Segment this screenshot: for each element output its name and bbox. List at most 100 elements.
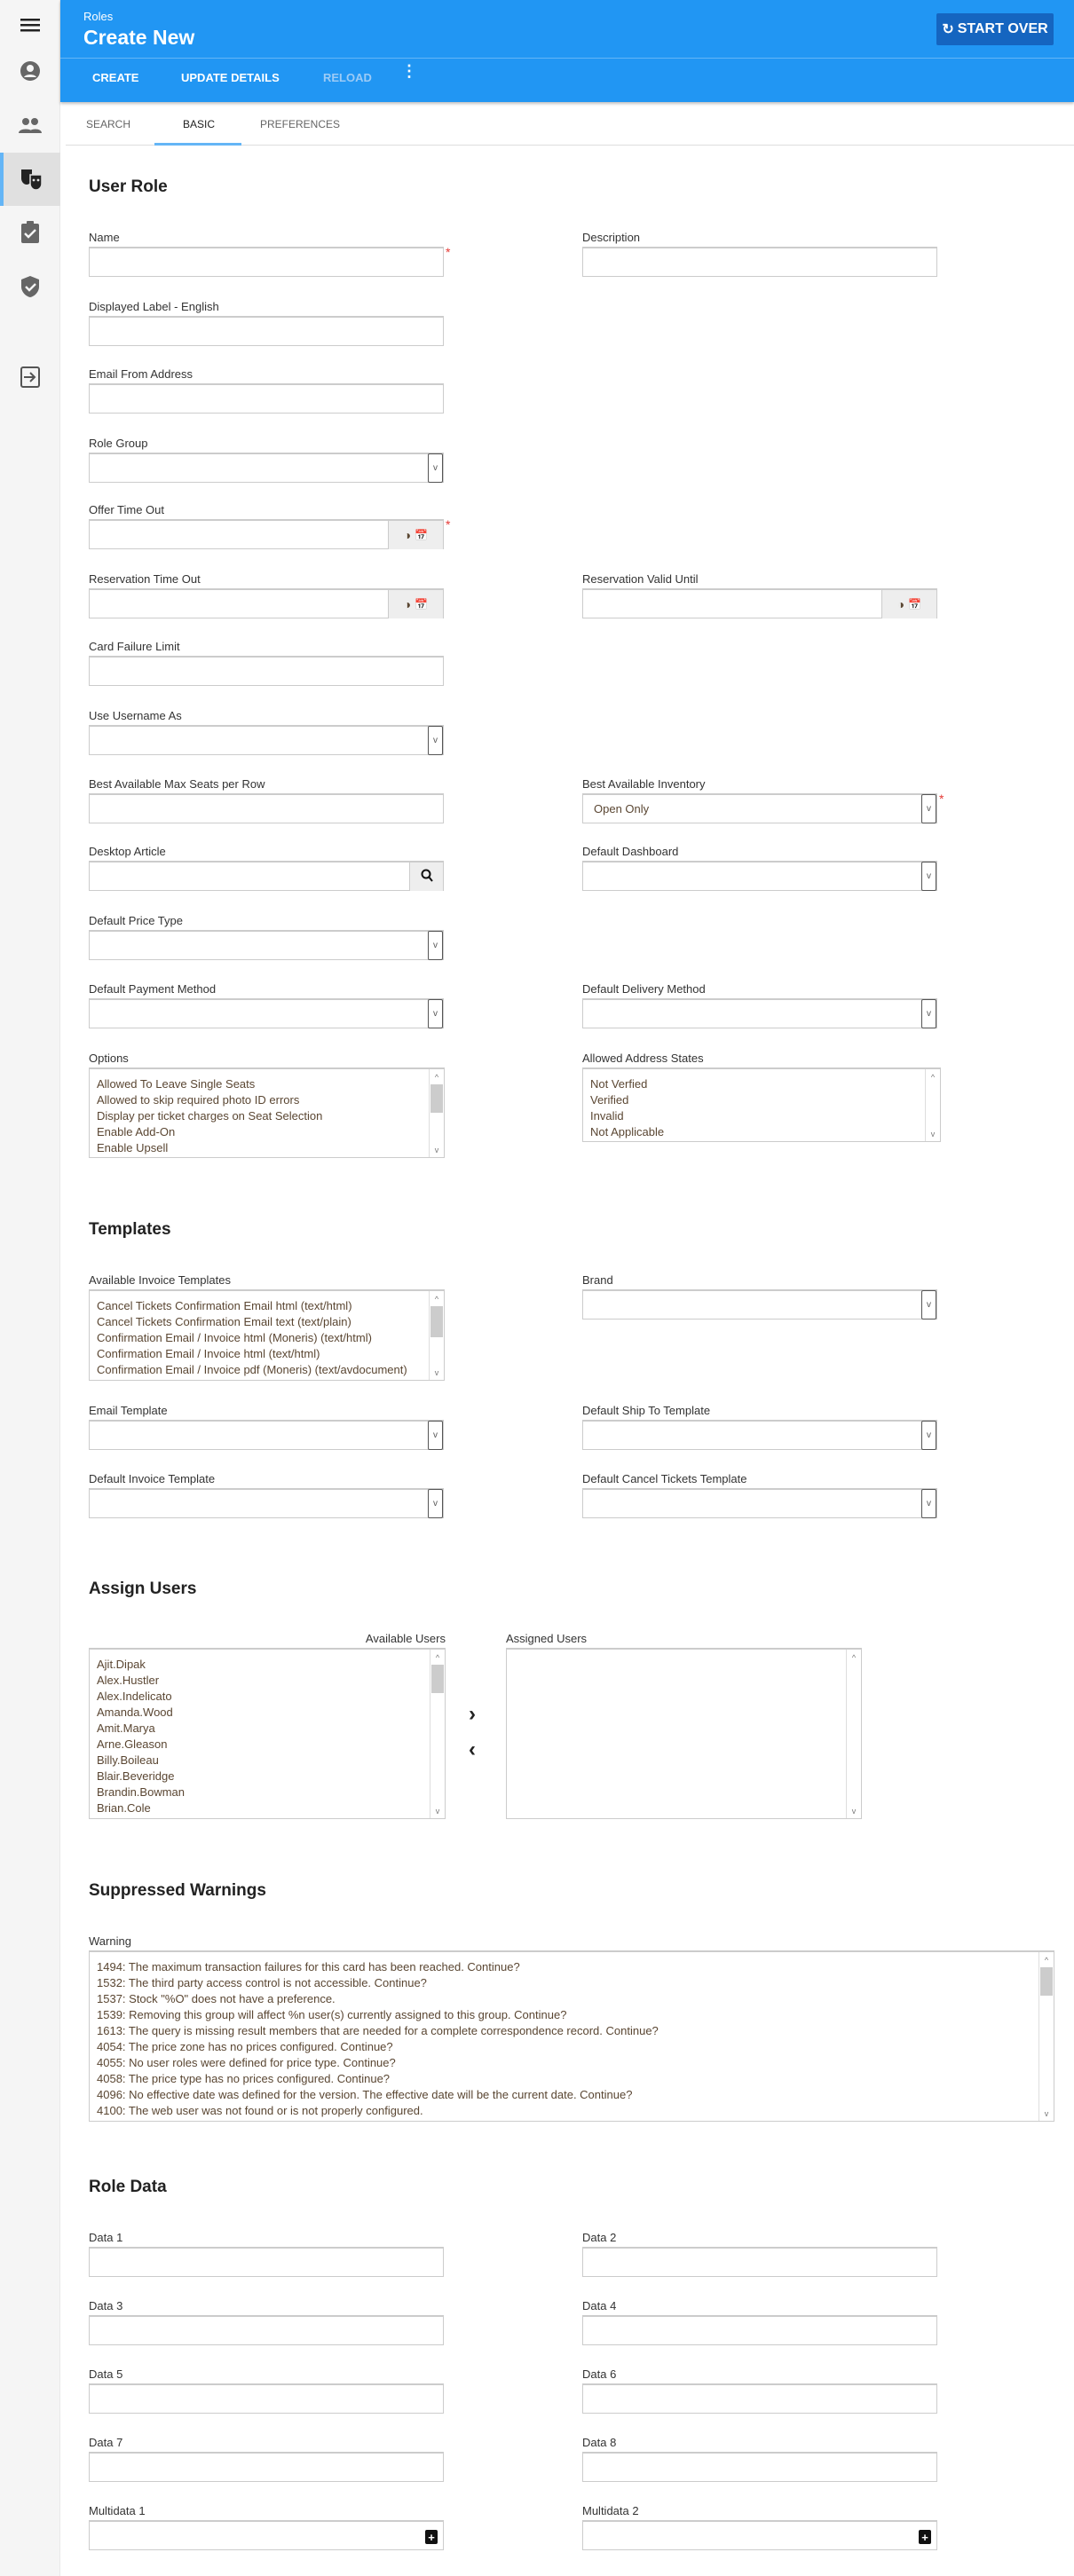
available-invoice-templates-scrollbar[interactable]: ^ v [429, 1291, 444, 1380]
default-payment-method-select[interactable]: v [89, 998, 444, 1028]
use-username-as-select[interactable]: v [89, 725, 444, 755]
scroll-up-icon[interactable]: ^ [430, 1650, 445, 1665]
warning-scrollbar[interactable]: ^ v [1038, 1952, 1054, 2121]
default-invoice-template-select[interactable]: v [89, 1488, 444, 1518]
clock-icon[interactable]: ◑ [404, 597, 411, 611]
options-option[interactable]: Enable Upsell [90, 1140, 444, 1156]
available-invoice-templates-option[interactable]: Confirmation Email / Invoice pdf (Moneri… [90, 1362, 444, 1378]
update-details-button[interactable]: UPDATE DETAILS [181, 71, 280, 84]
warning-option[interactable]: 1494: The maximum transaction failures f… [90, 1959, 1054, 1975]
assign-user-button[interactable]: › [469, 1702, 476, 1727]
allowed-address-states-listbox[interactable]: Not Verfied Verified Invalid Not Applicable… [582, 1067, 941, 1142]
chevron-down-icon[interactable]: v [428, 453, 443, 483]
name-input[interactable] [89, 247, 444, 277]
role-group-select[interactable]: v [89, 453, 444, 483]
warning-option[interactable]: 1537: Stock "%O" does not have a prefere… [90, 1991, 1054, 2007]
card-failure-limit-input[interactable] [89, 656, 444, 686]
calendar-icon[interactable]: 📅 [415, 529, 428, 541]
best-available-max-seats-input[interactable] [89, 793, 444, 823]
email-from-input[interactable] [89, 383, 444, 414]
available-users-option[interactable]: Billy.Boileau [90, 1753, 445, 1769]
reservation-valid-until-input[interactable]: ◑ 📅 [582, 588, 937, 618]
data6-input[interactable] [582, 2383, 937, 2414]
scroll-up-icon[interactable]: ^ [926, 1069, 940, 1084]
tab-search[interactable]: SEARCH [86, 118, 130, 130]
available-users-option[interactable]: Arne.Gleason [90, 1737, 445, 1753]
data2-input[interactable] [582, 2247, 937, 2277]
scroll-down-icon[interactable]: v [430, 1365, 444, 1380]
tab-basic[interactable]: BASIC [183, 118, 215, 130]
available-users-option[interactable]: Amanda.Wood [90, 1705, 445, 1721]
scroll-up-icon[interactable]: ^ [847, 1650, 861, 1665]
options-scroll-thumb[interactable] [430, 1084, 443, 1114]
desktop-article-search-button[interactable] [409, 863, 443, 891]
available-users-scroll-thumb[interactable] [431, 1665, 444, 1694]
scroll-down-icon[interactable]: v [430, 1142, 444, 1157]
sidebar-item-account[interactable] [0, 46, 60, 96]
chevron-down-icon[interactable]: v [921, 1489, 936, 1518]
chevron-down-icon[interactable]: v [428, 931, 443, 960]
chevron-down-icon[interactable]: v [921, 999, 936, 1028]
data7-input[interactable] [89, 2452, 444, 2482]
chevron-down-icon[interactable]: v [921, 862, 936, 891]
available-invoice-templates-option[interactable]: Confirmation Email / Invoice html (text/… [90, 1346, 444, 1362]
calendar-icon[interactable]: 📅 [415, 598, 428, 611]
data8-input[interactable] [582, 2452, 937, 2482]
available-users-option[interactable]: Ajit.Dipak [90, 1657, 445, 1673]
sidebar-item-tasks[interactable] [0, 208, 60, 257]
available-invoice-templates-listbox[interactable]: Cancel Tickets Confirmation Email html (… [89, 1289, 445, 1381]
available-invoice-templates-scroll-thumb[interactable] [430, 1306, 443, 1337]
default-price-type-select[interactable]: v [89, 930, 444, 960]
warning-scroll-thumb[interactable] [1040, 1967, 1053, 1997]
available-users-option[interactable]: Alex.Hustler [90, 1673, 445, 1689]
scroll-up-icon[interactable]: ^ [1039, 1952, 1054, 1967]
sidebar-item-logout[interactable] [0, 352, 60, 402]
more-vert-icon[interactable]: ⋮ [401, 63, 417, 79]
data3-input[interactable] [89, 2315, 444, 2345]
desktop-article-input[interactable] [89, 861, 444, 891]
options-option[interactable]: Display per ticket charges on Seat Selec… [90, 1108, 444, 1124]
email-template-select[interactable]: v [89, 1420, 444, 1450]
warning-option[interactable]: 1532: The third party access control is … [90, 1975, 1054, 1991]
reservation-time-out-picker[interactable]: ◑ 📅 [388, 590, 443, 618]
unassign-user-button[interactable]: ‹ [469, 1737, 476, 1762]
reservation-time-out-input[interactable]: ◑ 📅 [89, 588, 444, 618]
calendar-icon[interactable]: 📅 [908, 598, 921, 611]
warning-option[interactable]: 1613: The query is missing result member… [90, 2023, 1054, 2039]
scroll-down-icon[interactable]: v [926, 1126, 940, 1141]
chevron-down-icon[interactable]: v [428, 726, 443, 755]
warning-option[interactable]: 4054: The price zone has no prices confi… [90, 2039, 1054, 2055]
multidata1-input[interactable]: + [89, 2520, 444, 2550]
sidebar-item-roles[interactable] [0, 153, 60, 206]
offer-time-out-picker[interactable]: ◑ 📅 [388, 521, 443, 549]
allowed-address-states-option[interactable]: Not Applicable [583, 1124, 940, 1140]
available-users-option[interactable]: Amit.Marya [90, 1721, 445, 1737]
available-users-option[interactable]: Brian.Cole [90, 1800, 445, 1816]
chevron-down-icon[interactable]: v [921, 1290, 936, 1320]
default-dashboard-select[interactable]: v [582, 861, 937, 891]
chevron-down-icon[interactable]: v [428, 999, 443, 1028]
breadcrumb[interactable]: Roles [83, 10, 113, 23]
offer-time-out-input[interactable]: ◑ 📅 [89, 519, 444, 549]
best-available-inventory-select[interactable]: Open Only v [582, 793, 937, 823]
warning-option[interactable]: 1539: Removing this group will affect %n… [90, 2007, 1054, 2023]
available-invoice-templates-option[interactable]: Cancel Tickets Confirmation Email html (… [90, 1298, 444, 1314]
scroll-up-icon[interactable]: ^ [430, 1291, 444, 1306]
chevron-down-icon[interactable]: v [428, 1421, 443, 1450]
warning-option[interactable]: 4100: The web user was not found or is n… [90, 2103, 1054, 2119]
available-users-listbox[interactable]: Ajit.Dipak Alex.Hustler Alex.Indelicato Ama… [89, 1648, 446, 1819]
available-invoice-templates-option[interactable]: Confirmation Email / Invoice html (Moner… [90, 1330, 444, 1346]
available-users-scrollbar[interactable]: ^ v [430, 1650, 445, 1818]
allowed-address-states-option[interactable]: Invalid [583, 1108, 940, 1124]
allowed-address-states-option[interactable]: Verified [583, 1092, 940, 1108]
warning-listbox[interactable]: 1494: The maximum transaction failures f… [89, 1950, 1054, 2122]
data5-input[interactable] [89, 2383, 444, 2414]
reload-button[interactable]: RELOAD [323, 71, 372, 84]
brand-select[interactable]: v [582, 1289, 937, 1320]
create-button[interactable]: CREATE [92, 71, 138, 84]
plus-icon[interactable]: + [919, 2530, 931, 2544]
options-listbox[interactable]: Allowed To Leave Single Seats Allowed to … [89, 1067, 445, 1158]
tab-preferences[interactable]: PREFERENCES [260, 118, 340, 130]
options-option[interactable]: Allowed To Leave Single Seats [90, 1076, 444, 1092]
sidebar-item-users[interactable] [0, 101, 60, 151]
